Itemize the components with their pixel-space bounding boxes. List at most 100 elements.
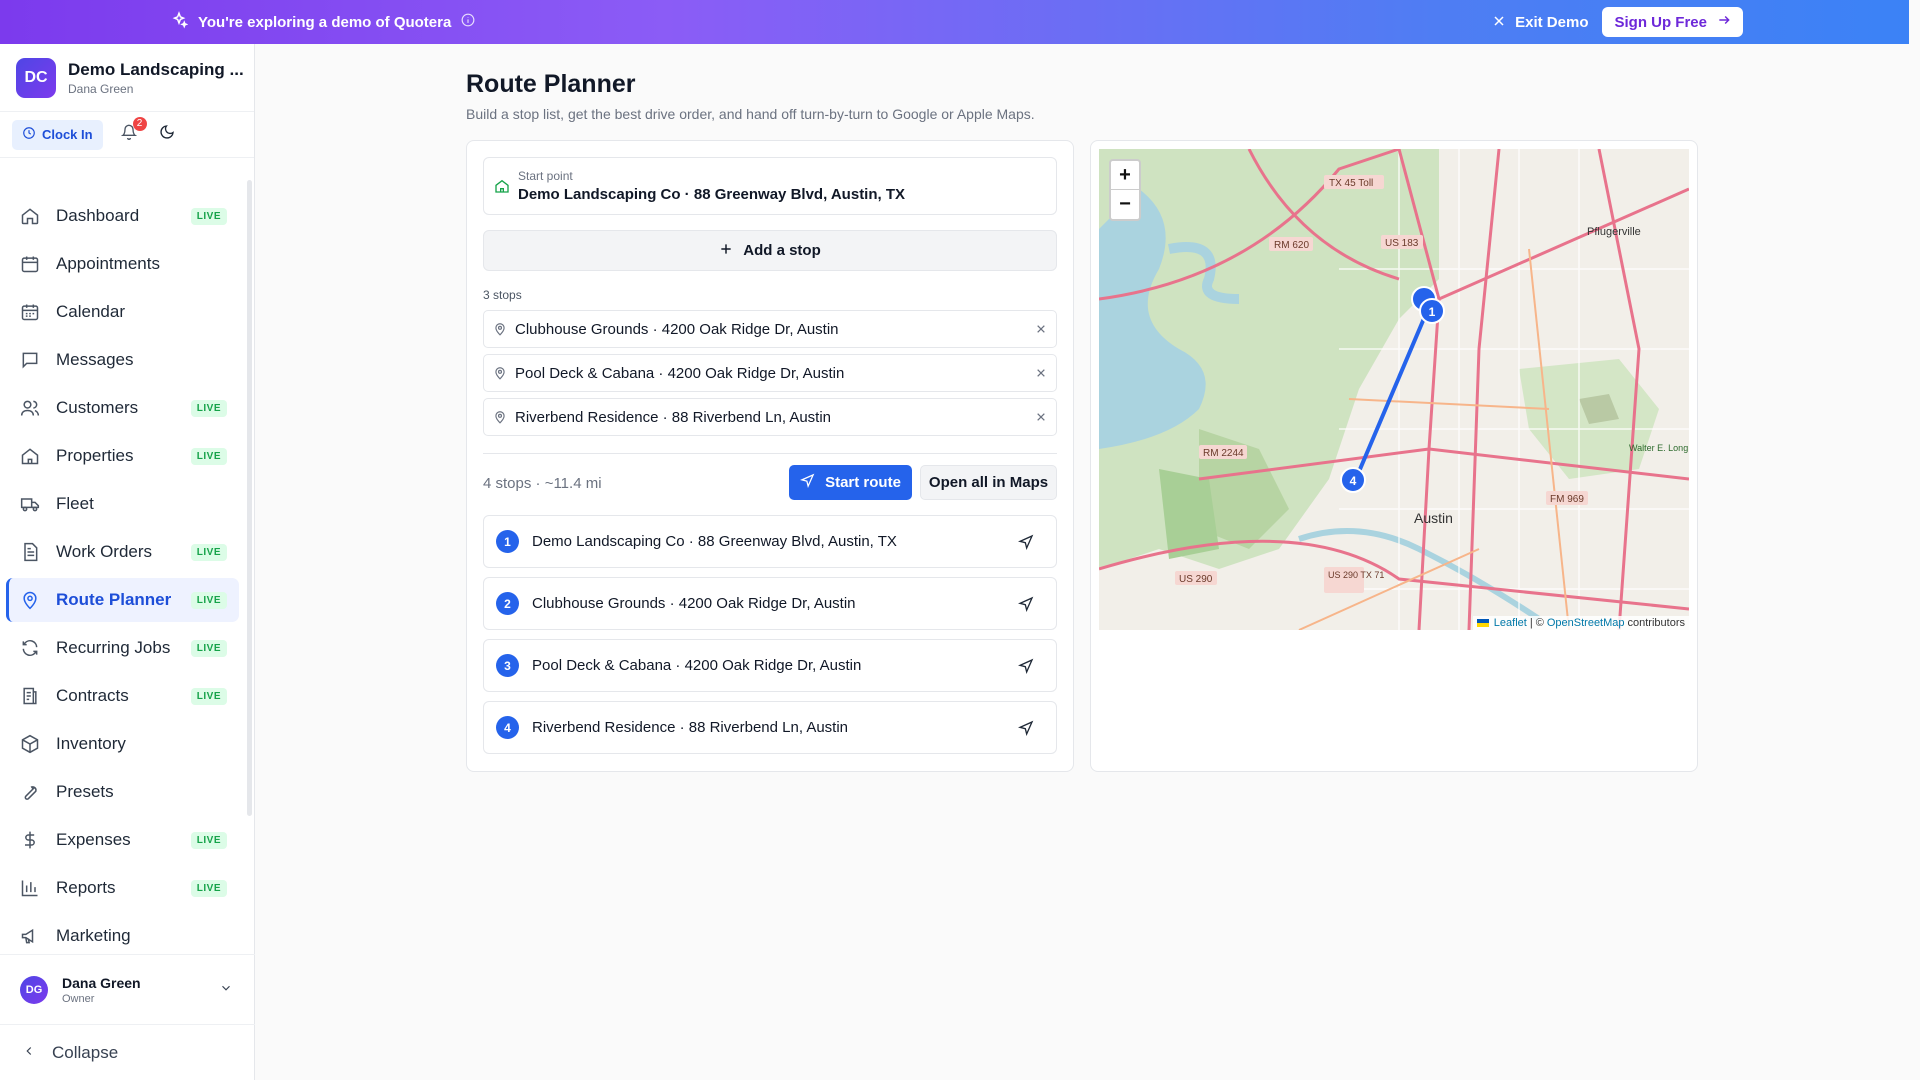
page-title: Route Planner xyxy=(466,70,636,98)
live-badge: LIVE xyxy=(190,543,227,561)
remove-stop-icon[interactable] xyxy=(1036,412,1046,422)
sidebar: DC Demo Landscaping ... Dana Green Clock… xyxy=(0,44,255,1080)
sidebar-item-label: Inventory xyxy=(56,734,126,753)
sidebar-item-inventory[interactable]: Inventory xyxy=(6,722,239,766)
live-badge: LIVE xyxy=(190,207,227,225)
sidebar-item-recurring-jobs[interactable]: Recurring Jobs LIVE xyxy=(6,626,239,670)
ukraine-flag-icon xyxy=(1476,619,1489,627)
sidebar-item-calendar[interactable]: Calendar xyxy=(6,290,239,334)
quick-actions: Clock In 2 xyxy=(0,112,254,158)
route-summary: 4 stops · ~11.4 mi xyxy=(483,475,602,492)
theme-toggle[interactable] xyxy=(155,123,179,147)
clock-icon xyxy=(22,126,36,143)
org-switcher[interactable]: DC Demo Landscaping ... Dana Green xyxy=(0,44,254,112)
refresh-icon xyxy=(20,638,40,658)
sidebar-scrollbar[interactable] xyxy=(247,180,252,816)
sidebar-item-fleet[interactable]: Fleet xyxy=(6,482,239,526)
notifications-button[interactable]: 2 xyxy=(117,116,147,147)
map-label: US 183 xyxy=(1385,238,1419,249)
stop-field[interactable]: Clubhouse Grounds · 4200 Oak Ridge Dr, A… xyxy=(483,310,1057,348)
navigate-icon[interactable] xyxy=(1018,596,1034,612)
sidebar-item-label: Dashboard xyxy=(56,206,140,225)
navigate-icon[interactable] xyxy=(1018,534,1034,550)
page-subtitle: Build a stop list, get the best drive or… xyxy=(466,106,1035,122)
sparkles-icon xyxy=(170,11,189,33)
org-user: Dana Green xyxy=(68,81,134,96)
user-role: Owner xyxy=(62,992,95,1005)
zoom-out-button[interactable]: − xyxy=(1111,190,1139,219)
sidebar-item-label: Reports xyxy=(56,878,116,897)
start-point-label: Start point xyxy=(518,169,573,183)
route-stop-label: Riverbend Residence · 88 Riverbend Ln, A… xyxy=(532,719,849,736)
sign-up-button[interactable]: Sign Up Free xyxy=(1602,7,1743,37)
sidebar-item-route-planner[interactable]: Route Planner LIVE xyxy=(6,578,239,622)
map-tiles: 1 4 TX 45 Toll RM 620 US 183 Pflugervill… xyxy=(1099,149,1689,630)
main-content: Route Planner Build a stop list, get the… xyxy=(255,44,1909,1080)
org-logo: DC xyxy=(16,57,56,98)
sidebar-item-dashboard[interactable]: Dashboard LIVE xyxy=(6,194,239,238)
chevron-down-icon xyxy=(219,981,233,1000)
map-label: Austin xyxy=(1414,510,1453,526)
sidebar-item-reports[interactable]: Reports LIVE xyxy=(6,866,239,910)
sidebar-item-expenses[interactable]: Expenses LIVE xyxy=(6,818,239,862)
bar-chart-icon xyxy=(20,878,40,898)
map-label: RM 2244 xyxy=(1203,448,1244,459)
info-icon[interactable] xyxy=(461,13,475,31)
map-label: FM 969 xyxy=(1550,494,1584,505)
route-map[interactable]: 1 4 TX 45 Toll RM 620 US 183 Pflugervill… xyxy=(1099,149,1689,630)
stop-number: 1 xyxy=(496,530,519,553)
sidebar-nav: Dashboard LIVE Appointments Calendar Mes… xyxy=(0,194,247,962)
sidebar-item-messages[interactable]: Messages xyxy=(6,338,239,382)
stop-number: 3 xyxy=(496,654,519,677)
document-icon xyxy=(20,542,40,562)
banner-message: You're exploring a demo of Quotera xyxy=(198,13,452,31)
notification-badge: 2 xyxy=(132,116,147,131)
demo-banner: You're exploring a demo of Quotera Exit … xyxy=(0,0,1909,44)
route-stop-row: 4 Riverbend Residence · 88 Riverbend Ln,… xyxy=(483,701,1057,754)
sidebar-item-label: Contracts xyxy=(56,686,129,705)
sidebar-item-presets[interactable]: Presets xyxy=(6,770,239,814)
remove-stop-icon[interactable] xyxy=(1036,368,1046,378)
sidebar-item-work-orders[interactable]: Work Orders LIVE xyxy=(6,530,239,574)
live-badge: LIVE xyxy=(190,879,227,897)
map-pin-icon xyxy=(493,410,507,424)
navigation-icon xyxy=(800,473,815,492)
stops-count: 3 stops xyxy=(483,288,522,302)
zoom-control: + − xyxy=(1109,159,1141,221)
exit-demo-button[interactable]: Exit Demo xyxy=(1493,14,1588,31)
route-stop-label: Demo Landscaping Co · 88 Greenway Blvd, … xyxy=(532,533,897,550)
sidebar-item-label: Route Planner xyxy=(56,590,172,609)
sidebar-item-label: Messages xyxy=(56,350,134,369)
sidebar-item-marketing[interactable]: Marketing xyxy=(6,914,239,958)
start-point-value: Demo Landscaping Co · 88 Greenway Blvd, … xyxy=(518,186,906,203)
zoom-in-button[interactable]: + xyxy=(1111,161,1139,190)
route-stop-label: Clubhouse Grounds · 4200 Oak Ridge Dr, A… xyxy=(532,595,856,612)
map-label: RM 620 xyxy=(1274,240,1309,251)
open-all-in-maps-button[interactable]: Open all in Maps xyxy=(920,465,1057,500)
add-stop-button[interactable]: Add a stop xyxy=(483,230,1057,271)
divider xyxy=(483,453,1057,454)
sidebar-item-label: Marketing xyxy=(56,926,131,945)
live-badge: LIVE xyxy=(190,591,227,609)
clock-in-button[interactable]: Clock In xyxy=(12,119,103,150)
exit-demo-label: Exit Demo xyxy=(1515,13,1589,31)
leaflet-link[interactable]: Leaflet xyxy=(1494,617,1527,629)
remove-stop-icon[interactable] xyxy=(1036,324,1046,334)
stop-field[interactable]: Riverbend Residence · 88 Riverbend Ln, A… xyxy=(483,398,1057,436)
map-pin-icon xyxy=(20,590,40,610)
navigate-icon[interactable] xyxy=(1018,658,1034,674)
sidebar-item-appointments[interactable]: Appointments xyxy=(6,242,239,286)
start-route-button[interactable]: Start route xyxy=(789,465,912,500)
collapse-sidebar-button[interactable]: Collapse xyxy=(0,1024,255,1080)
building-icon xyxy=(20,446,40,466)
user-menu[interactable]: DG Dana Green Owner xyxy=(0,954,255,1024)
map-label: US 290 TX 71 xyxy=(1328,570,1384,580)
sidebar-item-customers[interactable]: Customers LIVE xyxy=(6,386,239,430)
start-point-field[interactable]: Start point Demo Landscaping Co · 88 Gre… xyxy=(483,157,1057,215)
sidebar-item-contracts[interactable]: Contracts LIVE xyxy=(6,674,239,718)
sidebar-item-properties[interactable]: Properties LIVE xyxy=(6,434,239,478)
stop-field[interactable]: Pool Deck & Cabana · 4200 Oak Ridge Dr, … xyxy=(483,354,1057,392)
navigate-icon[interactable] xyxy=(1018,720,1034,736)
openstreetmap-link[interactable]: OpenStreetMap xyxy=(1547,617,1625,629)
live-badge: LIVE xyxy=(190,447,227,465)
